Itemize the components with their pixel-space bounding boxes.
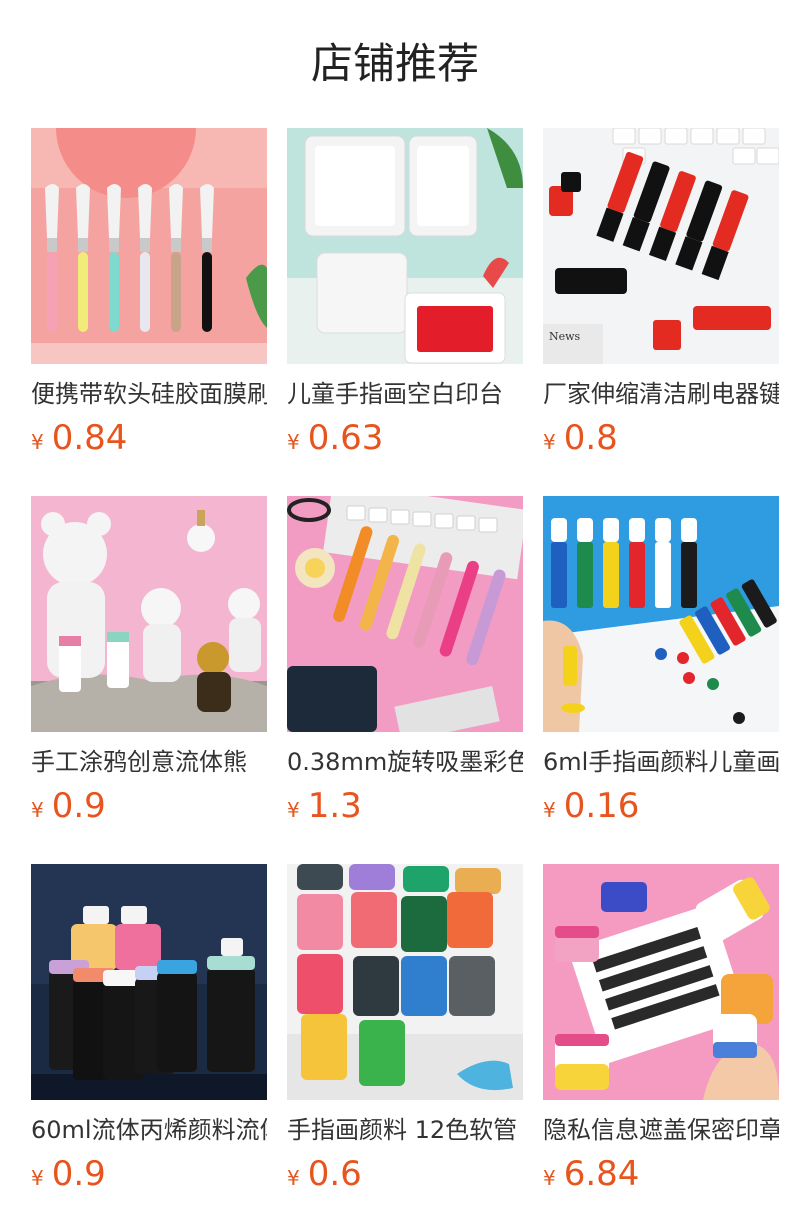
product-card[interactable]: 手工涂鸦创意流体熊 ¥0.9 — [31, 496, 267, 864]
section-title: 店铺推荐 — [310, 39, 479, 88]
product-name[interactable]: 隐私信息遮盖保密印章 — [543, 1114, 779, 1146]
svg-text:News: News — [549, 330, 581, 343]
product-price: ¥0.9 — [31, 786, 267, 826]
product-card[interactable]: 60ml流体丙烯颜料流体画 ¥0.9 — [31, 864, 267, 1232]
price-value: 6.84 — [563, 1154, 640, 1194]
product-card[interactable]: 0.38mm旋转吸墨彩色钢笔 ¥1.3 — [287, 496, 523, 864]
product-name[interactable]: 便携带软头硅胶面膜刷 — [31, 378, 267, 410]
product-name[interactable]: 60ml流体丙烯颜料流体画 — [31, 1114, 267, 1146]
price-value: 0.16 — [563, 786, 640, 826]
product-image-privacy-stamps[interactable] — [543, 864, 779, 1100]
currency-symbol: ¥ — [31, 430, 44, 454]
product-card[interactable]: 便携带软头硅胶面膜刷 ¥0.84 — [31, 128, 267, 496]
product-name[interactable]: 儿童手指画空白印台 — [287, 378, 523, 410]
product-image-fountain-pens[interactable] — [287, 496, 523, 732]
product-card[interactable]: 隐私信息遮盖保密印章 ¥6.84 — [543, 864, 779, 1232]
price-value: 0.8 — [563, 418, 618, 458]
product-image-ink-pads[interactable] — [287, 128, 523, 364]
product-price: ¥0.8 — [543, 418, 779, 458]
product-price: ¥0.63 — [287, 418, 523, 458]
currency-symbol: ¥ — [543, 1166, 556, 1190]
product-name[interactable]: 厂家伸缩清洁刷电器键盘 — [543, 378, 779, 410]
product-card[interactable]: 手指画颜料 12色软管 ¥0.6 — [287, 864, 523, 1232]
currency-symbol: ¥ — [287, 798, 300, 822]
product-price: ¥0.6 — [287, 1154, 523, 1194]
product-image-finger-paint-tubes[interactable] — [287, 864, 523, 1100]
price-value: 0.84 — [51, 418, 128, 458]
product-image-fluid-bears[interactable] — [31, 496, 267, 732]
product-card[interactable]: 6ml手指画颜料儿童画画 ¥0.16 — [543, 496, 779, 864]
price-value: 0.9 — [51, 1154, 106, 1194]
product-name[interactable]: 0.38mm旋转吸墨彩色钢笔 — [287, 746, 523, 778]
product-name[interactable]: 手工涂鸦创意流体熊 — [31, 746, 267, 778]
price-value: 1.3 — [307, 786, 362, 826]
product-price: ¥0.16 — [543, 786, 779, 826]
product-image-silicone-brushes[interactable] — [31, 128, 267, 364]
product-price: ¥0.84 — [31, 418, 267, 458]
product-name[interactable]: 手指画颜料 12色软管 — [287, 1114, 523, 1146]
product-card[interactable]: 儿童手指画空白印台 ¥0.63 — [287, 128, 523, 496]
currency-symbol: ¥ — [287, 1166, 300, 1190]
product-image-paint-bottles[interactable] — [543, 496, 779, 732]
currency-symbol: ¥ — [543, 430, 556, 454]
currency-symbol: ¥ — [543, 798, 556, 822]
product-image-acrylic-paint[interactable] — [31, 864, 267, 1100]
product-price: ¥6.84 — [543, 1154, 779, 1194]
product-card[interactable]: News 厂家伸缩清洁刷电器键盘 ¥0.8 — [543, 128, 779, 496]
currency-symbol: ¥ — [287, 430, 300, 454]
currency-symbol: ¥ — [31, 798, 44, 822]
product-name[interactable]: 6ml手指画颜料儿童画画 — [543, 746, 779, 778]
product-price: ¥0.9 — [31, 1154, 267, 1194]
product-image-cleaning-brushes[interactable]: News — [543, 128, 779, 364]
price-value: 0.6 — [307, 1154, 362, 1194]
product-grid: 便携带软头硅胶面膜刷 ¥0.84 儿童手指画空白印台 ¥ 0.63 News 厂… — [31, 128, 790, 1232]
product-price: ¥1.3 — [287, 786, 523, 826]
shop-recommendation-page: 店铺推荐 便携带软头硅胶面膜刷 ¥ 0.84 儿童手指画空白印台 ¥ 0.63 … — [0, 0, 790, 1232]
currency-symbol: ¥ — [31, 1166, 44, 1190]
price-value: 0.63 — [307, 418, 384, 458]
price-value: 0.9 — [51, 786, 106, 826]
